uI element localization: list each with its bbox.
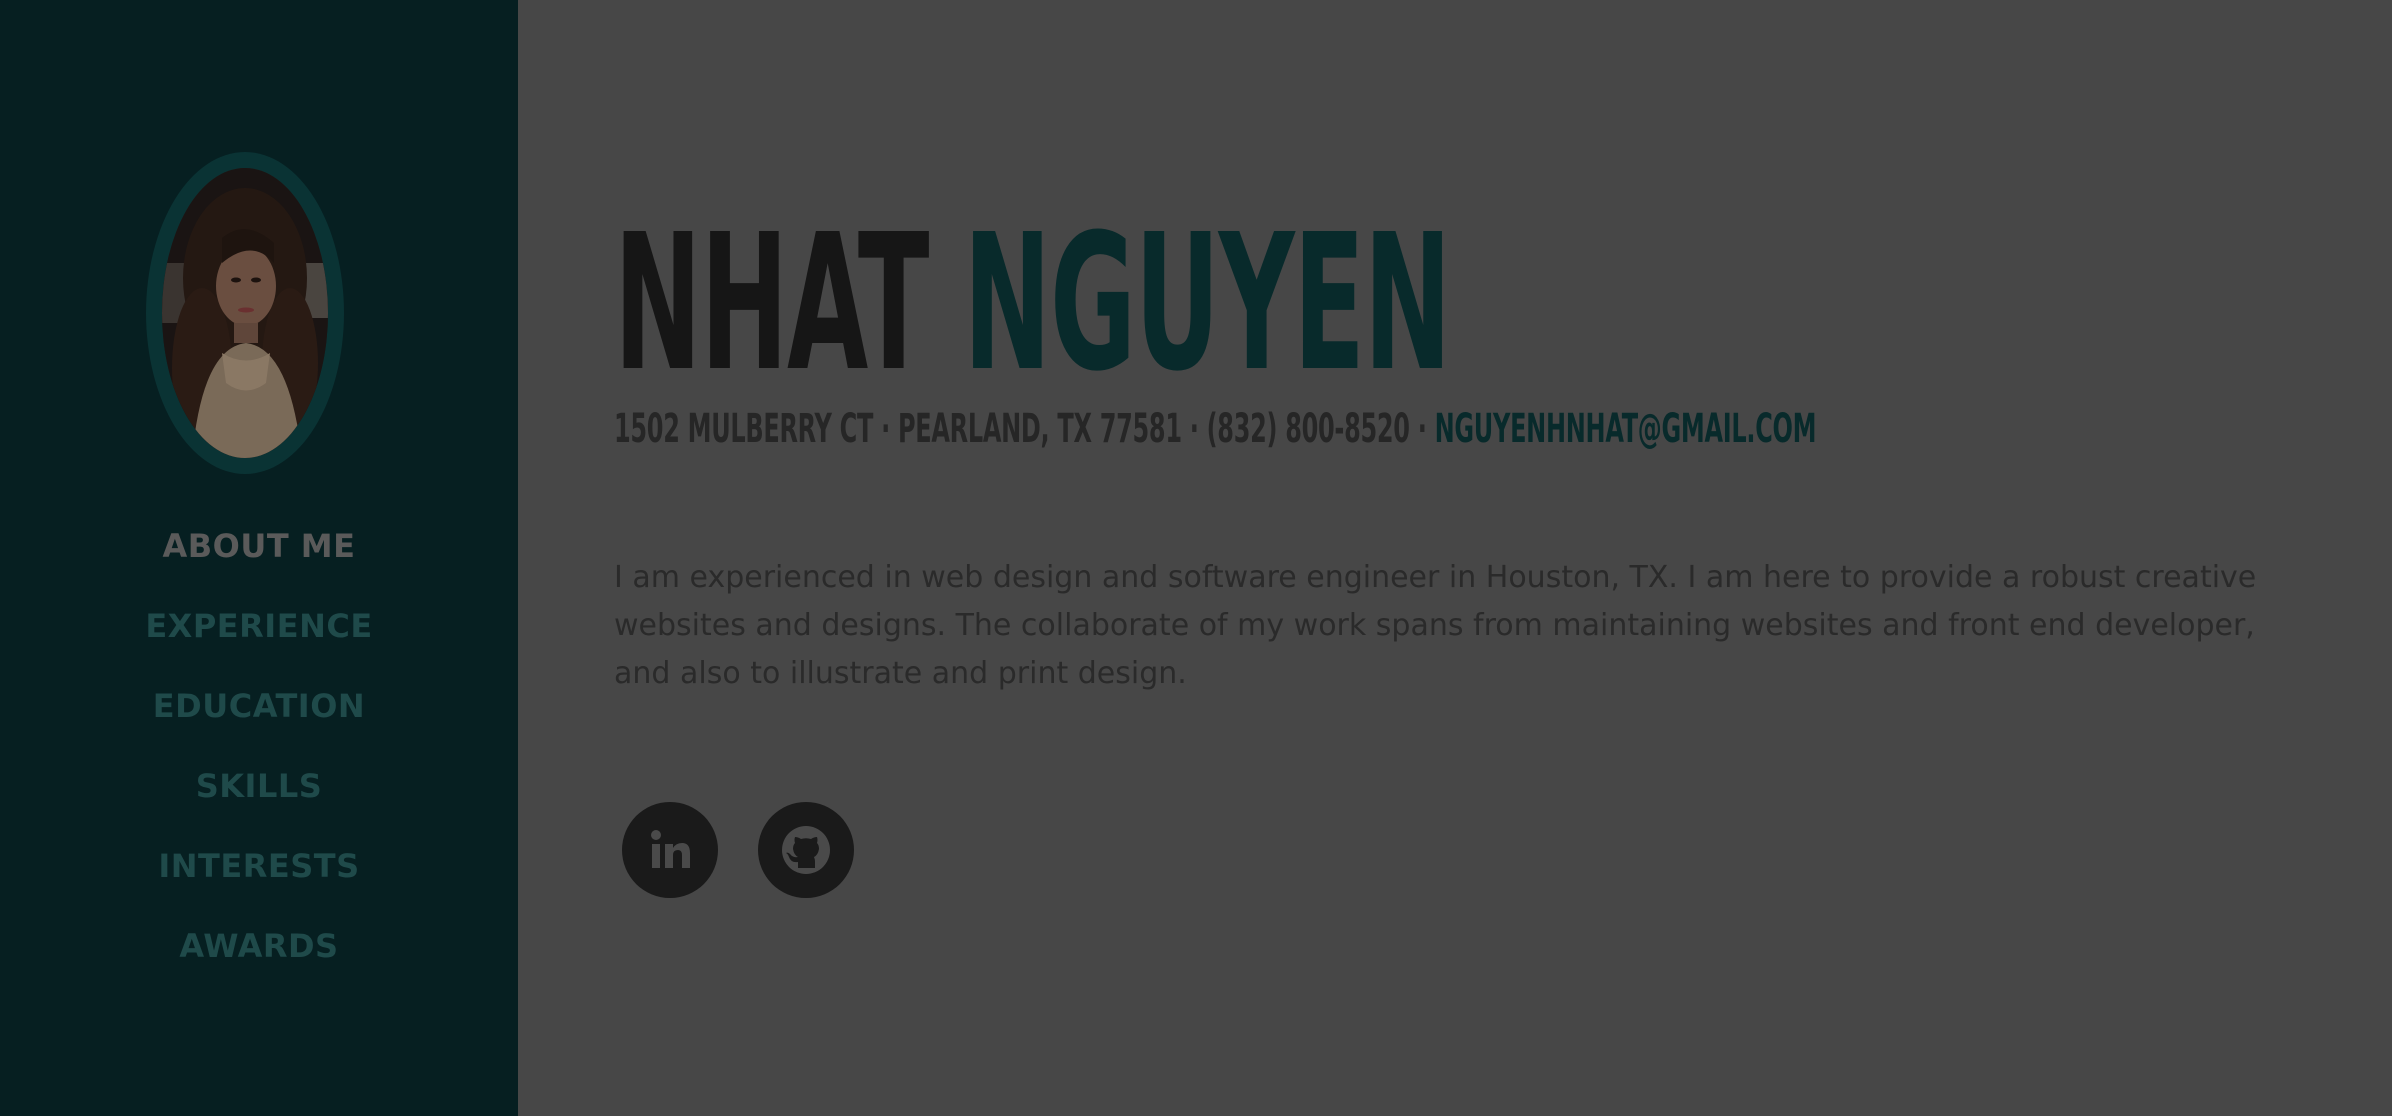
nav-item-awards[interactable]: AWARDS [0, 920, 518, 1000]
github-button[interactable] [758, 802, 854, 898]
avatar [162, 168, 328, 458]
nav-item-interests[interactable]: INTERESTS [0, 840, 518, 920]
avatar-ring [146, 152, 344, 474]
page: ABOUT ME EXPERIENCE EDUCATION SKILLS INT… [0, 0, 2392, 1116]
linkedin-icon [651, 830, 690, 868]
page-title: NHAT NGUYEN [614, 210, 1452, 398]
social-links [622, 802, 854, 898]
nav-item-experience[interactable]: EXPERIENCE [0, 600, 518, 680]
first-name: NHAT [614, 194, 929, 413]
email-link[interactable]: NGUYENHNHAT@GMAIL.COM [1435, 406, 1817, 452]
github-icon [782, 826, 830, 874]
linkedin-button[interactable] [622, 802, 718, 898]
nav-item-education[interactable]: EDUCATION [0, 680, 518, 760]
sidebar-nav: ABOUT ME EXPERIENCE EDUCATION SKILLS INT… [0, 520, 518, 1000]
about-text: I am experienced in web design and softw… [614, 560, 2257, 691]
avatar-portrait [162, 168, 328, 458]
contact-address: 1502 MULBERRY CT · PEARLAND, TX 77581 · … [614, 406, 1435, 452]
sidebar: ABOUT ME EXPERIENCE EDUCATION SKILLS INT… [0, 0, 518, 1116]
last-name: NGUYEN [963, 194, 1451, 413]
contact-line: 1502 MULBERRY CT · PEARLAND, TX 77581 · … [614, 404, 1816, 454]
nav-item-skills[interactable]: SKILLS [0, 760, 518, 840]
nav-item-about-me[interactable]: ABOUT ME [0, 520, 518, 600]
